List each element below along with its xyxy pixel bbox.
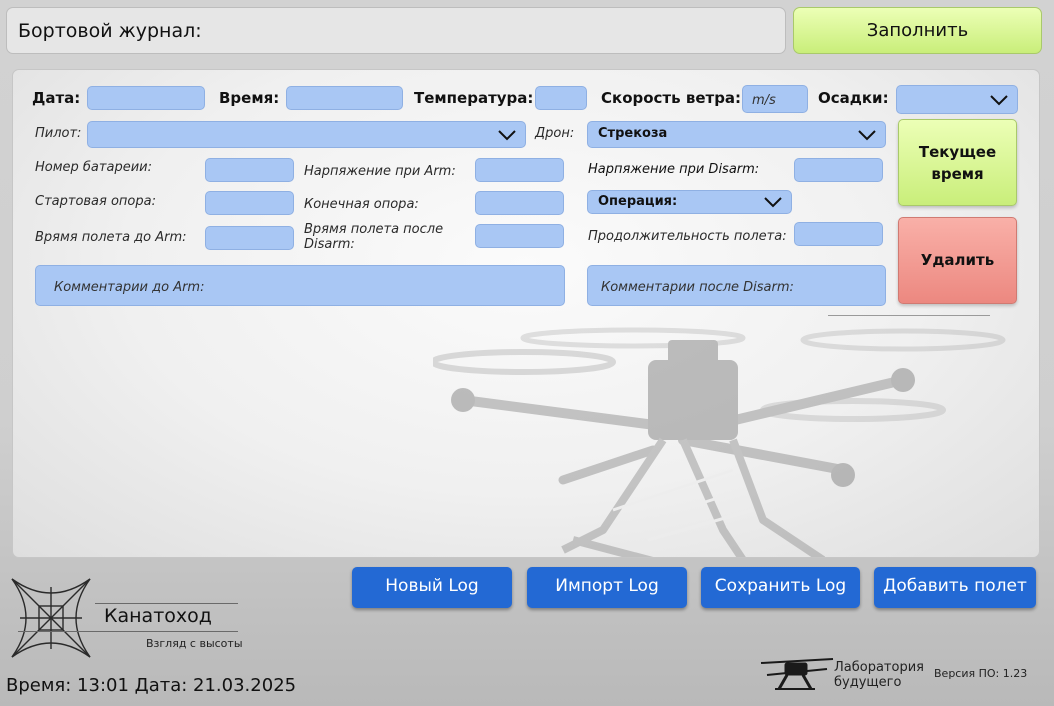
comment-arm-input[interactable]: Комментарии до Arm: [35,265,565,306]
drone-select[interactable]: Стрекоза [587,121,886,148]
flight-time-arm-label: Врямя полета до Arm: [35,230,187,245]
start-support-input[interactable] [205,191,294,215]
fill-button[interactable]: Заполнить [793,7,1042,54]
new-log-button[interactable]: Новый Log [352,567,512,608]
end-support-label: Конечная опора: [304,197,419,212]
kanatokhod-logo-icon [11,578,91,658]
status-datetime: Время: 13:01 Дата: 21.03.2025 [6,675,297,696]
drone-select-value: Стрекоза [598,126,668,141]
delete-button[interactable]: Удалить [898,217,1017,304]
brand-name: Канатоход [104,605,212,627]
end-support-input[interactable] [475,191,564,215]
voltage-arm-label: Нарпяжение при Arm: [304,164,456,179]
wind-speed-placeholder: m/s [752,93,776,108]
page-title: Бортовой журнал: [6,7,786,54]
lab-drone-logo-icon [760,658,834,690]
divider [828,315,990,316]
voltage-disarm-label: Нарпяжение при Disarm: [588,162,760,177]
operation-select[interactable]: Операция: [587,190,792,214]
drone-label: Дрон: [535,126,575,141]
brand-divider-bottom [18,631,238,632]
brand-divider-top [95,603,238,604]
lab-name-line1: Лаборатория [834,660,924,675]
current-time-label-line2: время [931,164,984,183]
flight-duration-input[interactable] [794,222,883,246]
pilot-select[interactable] [87,121,526,148]
voltage-disarm-input[interactable] [794,158,883,182]
operation-select-value: Операция: [598,194,678,209]
lab-name: Лаборатория будущего [834,660,924,690]
precipitation-select[interactable] [896,85,1018,114]
time-input[interactable] [286,86,403,110]
chevron-down-icon [990,94,1008,105]
temperature-label: Температура: [414,89,534,107]
flight-time-arm-input[interactable] [205,226,294,250]
comment-disarm-input[interactable]: Комментарии после Disarm: [587,265,886,306]
date-label: Дата: [32,89,81,107]
flight-time-disarm-input[interactable] [475,224,564,248]
comment-disarm-placeholder: Комментарии после Disarm: [601,280,794,295]
software-version: Версия ПО: 1.23 [934,667,1028,680]
flight-duration-label: Продолжительность полета: [588,229,787,244]
lab-name-line2: будущего [834,675,902,690]
time-label: Время: [219,89,280,107]
date-input[interactable] [87,86,205,110]
import-log-button[interactable]: Импорт Log [527,567,687,608]
battery-number-label: Номер батареии: [35,160,152,175]
flight-time-disarm-label-line2: Disarm: [304,237,355,252]
voltage-arm-input[interactable] [475,158,564,182]
save-log-button[interactable]: Сохранить Log [701,567,860,608]
flight-time-disarm-label: Врямя полета после Disarm: [304,222,443,252]
current-time-label-line1: Текущее [918,142,997,161]
flight-time-disarm-label-line1: Врямя полета после [304,222,444,237]
chevron-down-icon [764,197,782,208]
brand-slogan: Взгляд с высоты [146,637,243,650]
comment-arm-placeholder: Комментарии до Arm: [54,280,205,295]
wind-speed-label: Скорость ветра: [601,89,742,107]
drone-background-image [433,327,1006,557]
current-time-button[interactable]: Текущее время [898,119,1017,206]
add-flight-button[interactable]: Добавить полет [874,567,1036,608]
chevron-down-icon [858,129,876,140]
wind-speed-input[interactable]: m/s [742,85,808,113]
pilot-label: Пилот: [35,126,82,141]
main-panel: Дата: Время: Температура: Скорость ветра… [12,69,1040,558]
battery-number-input[interactable] [205,158,294,182]
start-support-label: Стартовая опора: [35,194,156,209]
temperature-input[interactable] [535,86,587,110]
precipitation-label: Осадки: [818,89,889,107]
chevron-down-icon [498,129,516,140]
